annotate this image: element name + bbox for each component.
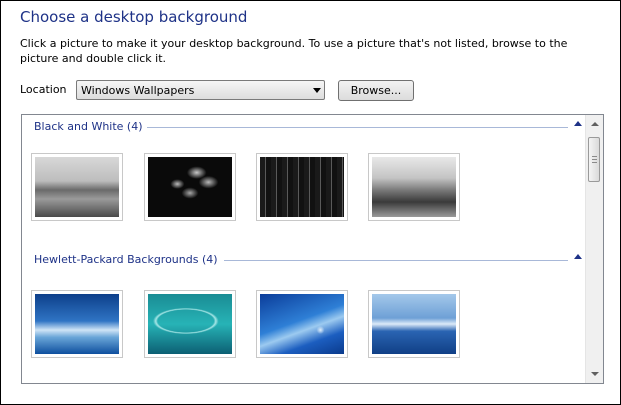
chevron-down-icon [313, 88, 321, 93]
grip-line [592, 156, 597, 157]
collapse-icon[interactable] [574, 254, 582, 259]
collapse-icon[interactable] [574, 121, 582, 126]
wallpaper-list[interactable]: Black and White (4) Hewlett-Packard Back… [21, 114, 604, 384]
wallpaper-thumbnail[interactable] [368, 153, 460, 221]
group-header-hewlett-packard[interactable]: Hewlett-Packard Backgrounds (4) [34, 253, 582, 267]
group-header-black-and-white[interactable]: Black and White (4) [34, 120, 582, 134]
browse-button[interactable]: Browse... [338, 80, 414, 101]
grip-line [592, 162, 597, 163]
wallpaper-thumbnail[interactable] [31, 290, 123, 358]
wallpaper-thumbnail[interactable] [256, 153, 348, 221]
thumbnail-image [372, 294, 456, 354]
scrollbar-thumb[interactable] [588, 137, 600, 182]
thumbnail-image [260, 294, 344, 354]
grip-line [592, 159, 597, 160]
thumbnail-image [35, 157, 119, 217]
thumbnail-image [148, 157, 232, 217]
thumbnail-image [35, 294, 119, 354]
page-title: Choose a desktop background [20, 8, 248, 26]
location-selected-value: Windows Wallpapers [81, 84, 195, 97]
instructions-text: Click a picture to make it your desktop … [20, 37, 568, 65]
scroll-up-icon[interactable] [591, 122, 599, 126]
group-label: Hewlett-Packard Backgrounds (4) [34, 253, 222, 266]
wallpaper-thumbnail[interactable] [368, 290, 460, 358]
wallpaper-thumbnail[interactable] [31, 153, 123, 221]
group-separator [139, 127, 568, 128]
group-label: Black and White (4) [34, 120, 147, 133]
window: Choose a desktop background Click a pict… [0, 0, 621, 405]
thumbnail-image [260, 157, 344, 217]
wallpaper-thumbnail[interactable] [256, 290, 348, 358]
location-dropdown[interactable]: Windows Wallpapers [76, 80, 325, 100]
thumbnail-image [372, 157, 456, 217]
thumbnail-image [148, 294, 232, 354]
wallpaper-thumbnail[interactable] [144, 290, 236, 358]
location-label: Location [20, 83, 67, 96]
scroll-down-icon[interactable] [591, 372, 599, 376]
vertical-scrollbar[interactable] [585, 115, 603, 383]
group-separator [224, 260, 568, 261]
wallpaper-thumbnail[interactable] [144, 153, 236, 221]
